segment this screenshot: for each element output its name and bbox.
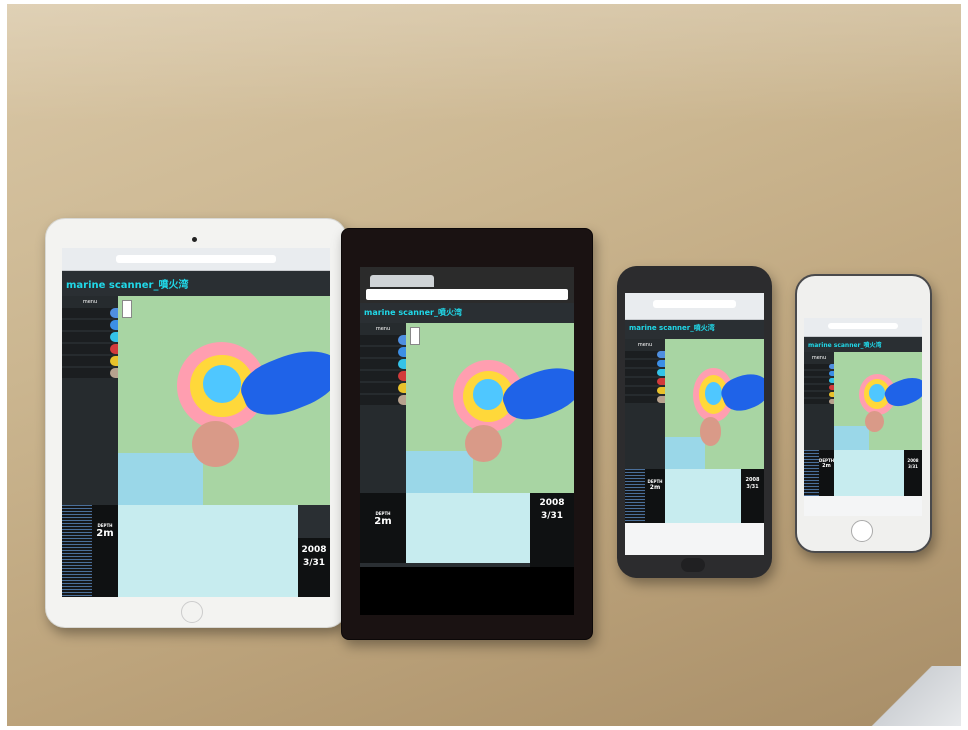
sidebar-header: menu — [637, 342, 653, 348]
layer-sidebar: menu — [360, 323, 406, 493]
date-display: 2008 3/31 — [298, 538, 330, 597]
layer-item[interactable] — [360, 347, 406, 357]
map-view[interactable] — [834, 352, 922, 450]
browser-address-bar[interactable] — [804, 318, 922, 337]
ipad-device: marine scanner_噴火湾 menu DEPTH 2m 2008 3/… — [45, 218, 347, 628]
floor-corner — [871, 666, 961, 726]
ipad-screen: marine scanner_噴火湾 menu DEPTH 2m 2008 3/… — [62, 248, 330, 597]
layer-item[interactable] — [62, 356, 118, 366]
url-field[interactable] — [652, 300, 737, 308]
front-camera — [192, 237, 197, 242]
iphone-large-device: marine scanner_噴火湾 menu DEPTH 2m 2008 3/3… — [617, 266, 772, 578]
layer-item[interactable] — [360, 383, 406, 393]
layer-item[interactable] — [360, 335, 406, 345]
browser-toolbar — [625, 523, 764, 555]
map-view[interactable] — [665, 339, 764, 469]
layer-item[interactable] — [625, 369, 665, 376]
browser-address-bar[interactable] — [625, 293, 764, 320]
layer-item[interactable] — [360, 359, 406, 369]
layer-item[interactable] — [804, 392, 834, 397]
app-title: marine scanner_噴火湾 — [808, 342, 882, 349]
android-tablet-device: marine scanner_噴火湾 menu DEPTH 2m 2008 3/3 — [341, 228, 593, 640]
depth-scale[interactable] — [62, 505, 92, 597]
layer-item[interactable] — [360, 395, 406, 405]
layer-item[interactable] — [62, 344, 118, 354]
map-view[interactable] — [118, 296, 330, 505]
depth-indicator: DEPTH 2m — [92, 505, 118, 597]
url-field[interactable] — [827, 323, 899, 329]
sidebar-header: menu — [811, 355, 827, 361]
browser-toolbar — [804, 496, 922, 516]
layer-item[interactable] — [625, 360, 665, 367]
layer-item[interactable] — [625, 396, 665, 403]
layer-item[interactable] — [62, 308, 118, 318]
home-button[interactable] — [181, 601, 203, 623]
zoom-control[interactable] — [410, 327, 420, 345]
depth-indicator: DEPTH 2m — [645, 469, 665, 523]
layer-item[interactable] — [625, 351, 665, 358]
water-panel — [834, 450, 904, 496]
date-display: 2008 3/31 — [741, 469, 764, 531]
depth-indicator: DEPTH 2m — [819, 450, 834, 496]
water-panel — [118, 505, 298, 597]
layer-sidebar: menu — [62, 296, 118, 505]
map-view[interactable] — [406, 323, 574, 493]
url-field[interactable] — [115, 255, 277, 263]
depth-indicator: DEPTH 2m — [360, 493, 406, 563]
android-nav-bar — [360, 567, 574, 615]
browser-tab[interactable] — [370, 275, 434, 287]
photo-scene: marine scanner_噴火湾 menu DEPTH 2m 2008 3/… — [7, 4, 961, 726]
zoom-control[interactable] — [122, 300, 132, 318]
date-display: 2008 3/31 — [530, 493, 574, 567]
tablet-screen: marine scanner_噴火湾 menu DEPTH 2m 2008 3/3 — [360, 267, 574, 615]
browser-tab-strip — [360, 267, 574, 303]
layer-item[interactable] — [62, 320, 118, 330]
water-panel — [665, 469, 741, 523]
layer-item[interactable] — [804, 399, 834, 404]
layer-item[interactable] — [62, 368, 118, 378]
sidebar-header: menu — [375, 326, 391, 332]
layer-item[interactable] — [804, 364, 834, 369]
layer-item[interactable] — [804, 378, 834, 383]
layer-item[interactable] — [804, 371, 834, 376]
app-title: marine scanner_噴火湾 — [364, 308, 462, 317]
home-button[interactable] — [851, 520, 873, 542]
water-panel — [406, 493, 530, 563]
layer-item[interactable] — [360, 371, 406, 381]
layer-item[interactable] — [62, 332, 118, 342]
app-title: marine scanner_噴火湾 — [629, 324, 715, 332]
phone-screen: marine scanner_噴火湾 menu DEPTH 2m 2008 3/3… — [804, 318, 922, 516]
layer-sidebar: menu — [804, 352, 834, 450]
phone-screen: marine scanner_噴火湾 menu DEPTH 2m 2008 3/3… — [625, 293, 764, 555]
iphone-small-device: marine scanner_噴火湾 menu DEPTH 2m 2008 3/3… — [795, 274, 932, 553]
home-indicator[interactable] — [681, 558, 705, 572]
layer-item[interactable] — [625, 387, 665, 394]
layer-sidebar: menu — [625, 339, 665, 469]
depth-scale[interactable] — [625, 469, 645, 523]
url-field[interactable] — [366, 289, 568, 300]
browser-address-bar[interactable] — [62, 248, 330, 271]
layer-item[interactable] — [625, 378, 665, 385]
layer-item[interactable] — [804, 385, 834, 390]
app-title: marine scanner_噴火湾 — [66, 280, 189, 291]
sidebar-header: menu — [82, 299, 98, 305]
depth-scale[interactable] — [804, 450, 819, 496]
